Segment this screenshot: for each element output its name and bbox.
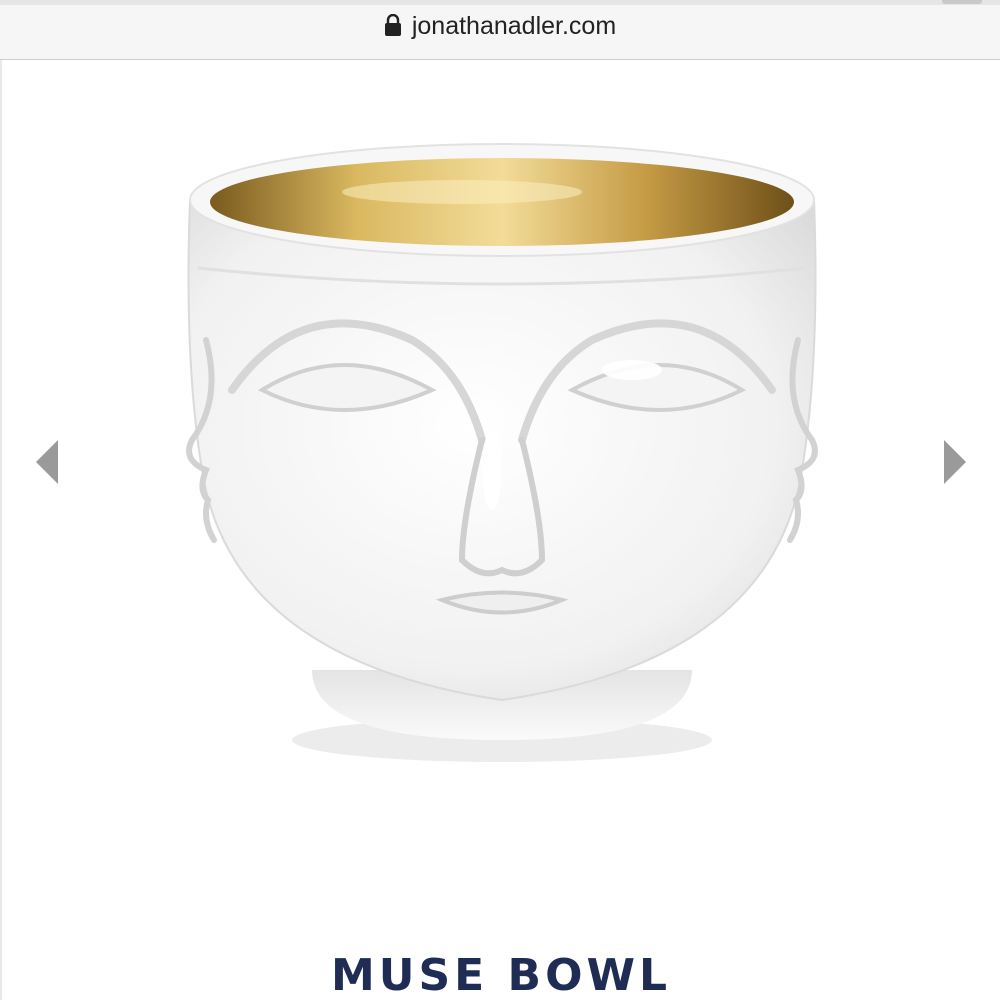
- url-text: jonathanadler.com: [411, 12, 617, 40]
- url-display[interactable]: jonathanadler.com: [0, 12, 1000, 41]
- product-page: MUSE BOWL: [0, 60, 1000, 1001]
- browser-address-bar[interactable]: jonathanadler.com: [0, 0, 1000, 60]
- product-title: MUSE BOWL: [330, 950, 672, 1001]
- status-bar: [0, 0, 1000, 5]
- chevron-right-icon[interactable]: [940, 432, 970, 492]
- chevron-left-icon[interactable]: [32, 432, 62, 492]
- lock-icon: [384, 14, 401, 36]
- product-image: [186, 143, 818, 762]
- battery-indicator: [942, 0, 982, 4]
